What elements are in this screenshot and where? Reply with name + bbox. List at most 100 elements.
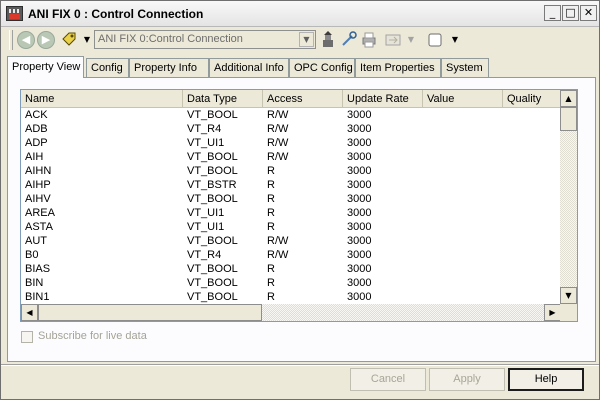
cell-data-type: VT_UI1 — [187, 137, 225, 149]
cell-name: ASTA — [25, 221, 53, 233]
vertical-scrollbar[interactable]: ▲ ▼ — [560, 90, 577, 304]
table-row[interactable]: AIH VT_BOOL R/W 3000 — [21, 150, 561, 164]
table-row[interactable]: AIHP VT_BSTR R 3000 — [21, 178, 561, 192]
cell-value — [423, 262, 503, 276]
table-row[interactable]: BIAS VT_BOOL R 3000 — [21, 262, 561, 276]
column-header-value[interactable]: Value — [423, 90, 503, 108]
tag-icon[interactable] — [60, 31, 78, 49]
property-grid[interactable]: Name Data Type Access Update Rate Value … — [20, 89, 578, 322]
cell-name: AIH — [25, 151, 44, 163]
maximize-button[interactable]: □ — [562, 5, 579, 21]
link-icon[interactable] — [340, 31, 358, 49]
table-row[interactable]: ASTA VT_UI1 R 3000 — [21, 220, 561, 234]
close-button[interactable]: ✕ — [580, 5, 597, 21]
cell-update-rate: 3000 — [347, 151, 372, 163]
tab-system[interactable]: System — [441, 58, 489, 78]
view-dropdown-icon[interactable]: ▼ — [446, 31, 464, 49]
table-row[interactable]: AIHV VT_BOOL R 3000 — [21, 192, 561, 206]
cell-quality — [503, 164, 561, 178]
column-header-quality[interactable]: Quality — [503, 90, 563, 108]
format-dropdown-icon[interactable]: ▼ — [402, 31, 420, 49]
format-icon[interactable] — [384, 31, 402, 49]
cell-quality — [503, 290, 561, 304]
cell-name: AIHP — [25, 179, 51, 191]
column-header-update-rate[interactable]: Update Rate — [343, 90, 423, 108]
cell-update-rate: 3000 — [347, 165, 372, 177]
cell-data-type: VT_BOOL — [187, 151, 238, 163]
cell-data-type: VT_UI1 — [187, 207, 225, 219]
horizontal-scroll-track[interactable] — [262, 304, 544, 321]
tab-item-properties[interactable]: Item Properties — [355, 58, 441, 78]
subscribe-checkbox[interactable] — [21, 331, 33, 343]
cell-value — [423, 178, 503, 192]
scroll-down-icon[interactable]: ▼ — [560, 287, 577, 304]
cell-access: R — [267, 179, 275, 191]
tab-property-info[interactable]: Property Info — [129, 58, 209, 78]
cell-quality — [503, 108, 561, 122]
table-row[interactable]: B0 VT_R4 R/W 3000 — [21, 248, 561, 262]
column-header-access[interactable]: Access — [263, 90, 343, 108]
table-row[interactable]: ACK VT_BOOL R/W 3000 — [21, 108, 561, 122]
combo-arrow-icon[interactable]: ▼ — [299, 32, 314, 47]
cell-name: BIN — [25, 277, 44, 289]
scroll-left-icon[interactable]: ◀ — [21, 304, 38, 321]
tab-additional-info[interactable]: Additional Info — [209, 58, 289, 78]
cell-quality — [503, 276, 561, 290]
forward-icon[interactable]: ▶ — [37, 31, 55, 49]
view-icon[interactable] — [426, 31, 444, 49]
cell-update-rate: 3000 — [347, 123, 372, 135]
path-combo[interactable]: ANI FIX 0:Control Connection ▼ — [94, 30, 316, 49]
vertical-scroll-track[interactable] — [560, 131, 577, 287]
horizontal-scrollbar[interactable]: ◀ ▶ — [21, 304, 561, 321]
cell-quality — [503, 192, 561, 206]
cell-value — [423, 108, 503, 122]
cell-update-rate: 3000 — [347, 235, 372, 247]
table-row[interactable]: BIN1 VT_BOOL R 3000 — [21, 290, 561, 304]
scroll-up-icon[interactable]: ▲ — [560, 90, 577, 107]
cell-value — [423, 220, 503, 234]
minimize-button[interactable]: _ — [544, 5, 561, 21]
title-bar: ANI FIX 0 : Control Connection _ □ ✕ — [1, 1, 599, 27]
print-icon[interactable] — [360, 31, 378, 49]
apply-button[interactable]: Apply — [429, 368, 505, 391]
cell-quality — [503, 206, 561, 220]
tab-config[interactable]: Config — [86, 58, 129, 78]
toolbar-grip[interactable] — [9, 30, 13, 50]
connect-icon[interactable] — [319, 31, 337, 49]
table-row[interactable]: AREA VT_UI1 R 3000 — [21, 206, 561, 220]
vertical-scroll-thumb[interactable] — [560, 107, 577, 131]
help-button[interactable]: Help — [508, 368, 584, 391]
column-header-name[interactable]: Name — [21, 90, 183, 108]
cell-update-rate: 3000 — [347, 263, 372, 275]
cell-data-type: VT_BOOL — [187, 291, 238, 303]
table-row[interactable]: AIHN VT_BOOL R 3000 — [21, 164, 561, 178]
tab-property-view[interactable]: Property View — [7, 56, 84, 78]
cell-update-rate: 3000 — [347, 207, 372, 219]
table-row[interactable]: ADB VT_R4 R/W 3000 — [21, 122, 561, 136]
table-row[interactable]: BIN VT_BOOL R 3000 — [21, 276, 561, 290]
toolbar: ◀ ▶ ▼ ANI FIX 0:Control Connection ▼ ▼ ▼ — [1, 27, 599, 53]
cell-data-type: VT_UI1 — [187, 221, 225, 233]
cell-access: R — [267, 193, 275, 205]
column-header-data-type[interactable]: Data Type — [183, 90, 263, 108]
tab-opc-config[interactable]: OPC Config — [289, 58, 355, 78]
cell-name: BIAS — [25, 263, 51, 275]
cell-quality — [503, 136, 561, 150]
cell-data-type: VT_BOOL — [187, 109, 238, 121]
cell-update-rate: 3000 — [347, 109, 372, 121]
cancel-button[interactable]: Cancel — [350, 368, 426, 391]
cell-quality — [503, 122, 561, 136]
horizontal-scroll-thumb[interactable] — [38, 304, 262, 321]
back-icon[interactable]: ◀ — [17, 31, 35, 49]
scroll-right-icon[interactable]: ▶ — [544, 304, 561, 321]
cell-value — [423, 150, 503, 164]
table-row[interactable]: ADP VT_UI1 R/W 3000 — [21, 136, 561, 150]
cell-value — [423, 122, 503, 136]
cell-value — [423, 192, 503, 206]
footer-divider — [1, 364, 599, 366]
cell-name: ADP — [25, 137, 48, 149]
table-row[interactable]: AUT VT_BOOL R/W 3000 — [21, 234, 561, 248]
cell-value — [423, 206, 503, 220]
cell-access: R/W — [267, 151, 289, 163]
cell-update-rate: 3000 — [347, 179, 372, 191]
